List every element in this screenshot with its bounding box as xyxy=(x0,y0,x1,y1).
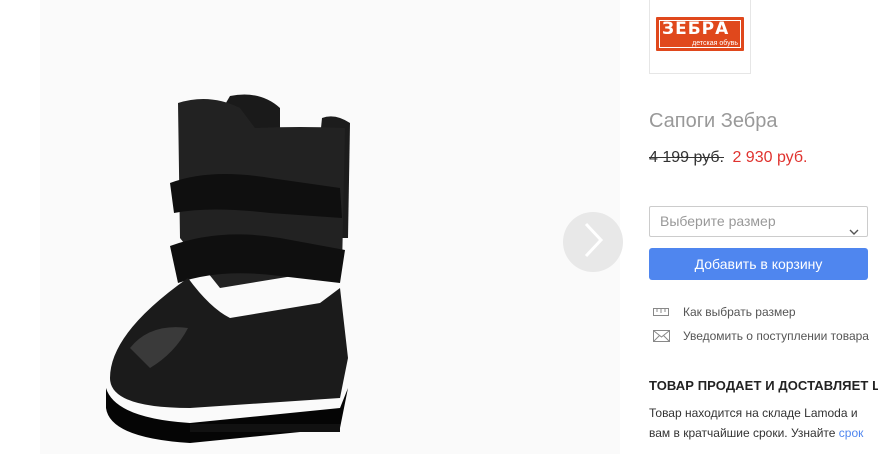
product-image xyxy=(106,94,350,443)
brand-logo: ЗЕБРА детская обувь xyxy=(656,17,744,51)
next-image-button[interactable] xyxy=(563,212,623,272)
envelope-icon xyxy=(653,330,671,342)
product-image-area xyxy=(40,0,623,454)
sale-price: 2 930 руб. xyxy=(732,149,808,166)
old-price: 4 199 руб. xyxy=(649,149,724,166)
seller-description: Товар находится на складе Lamoda и вам в… xyxy=(649,403,878,443)
notify-label: Уведомить о поступлении товара xyxy=(683,329,869,343)
seller-line-2-text: вам в кратчайшие сроки. Узнайте xyxy=(649,426,839,440)
price-block: 4 199 руб. 2 930 руб. xyxy=(649,149,807,167)
chevron-right-icon xyxy=(582,222,604,263)
size-guide-label: Как выбрать размер xyxy=(683,305,796,319)
notify-link[interactable]: Уведомить о поступлении товара xyxy=(653,329,869,343)
brand-logo-tagline: детская обувь xyxy=(692,40,738,47)
brand-logo-name: ЗЕБРА xyxy=(662,19,730,39)
seller-line-1: Товар находится на складе Lamoda и xyxy=(649,406,858,420)
product-title: Сапоги Зебра xyxy=(649,110,778,132)
seller-line-2: вам в кратчайшие сроки. Узнайте срок xyxy=(649,423,878,443)
delivery-time-link[interactable]: срок xyxy=(839,426,864,440)
size-select-placeholder: Выберите размер xyxy=(660,213,776,229)
seller-heading: ТОВАР ПРОДАЕТ И ДОСТАВЛЯЕТ LA xyxy=(649,378,878,393)
brand-logo-box[interactable]: ЗЕБРА детская обувь xyxy=(649,0,751,74)
chevron-down-icon xyxy=(849,217,859,246)
ruler-icon xyxy=(653,308,671,316)
size-guide-link[interactable]: Как выбрать размер xyxy=(653,305,796,319)
add-to-cart-button[interactable]: Добавить в корзину xyxy=(649,248,868,280)
size-select[interactable]: Выберите размер xyxy=(649,206,868,237)
